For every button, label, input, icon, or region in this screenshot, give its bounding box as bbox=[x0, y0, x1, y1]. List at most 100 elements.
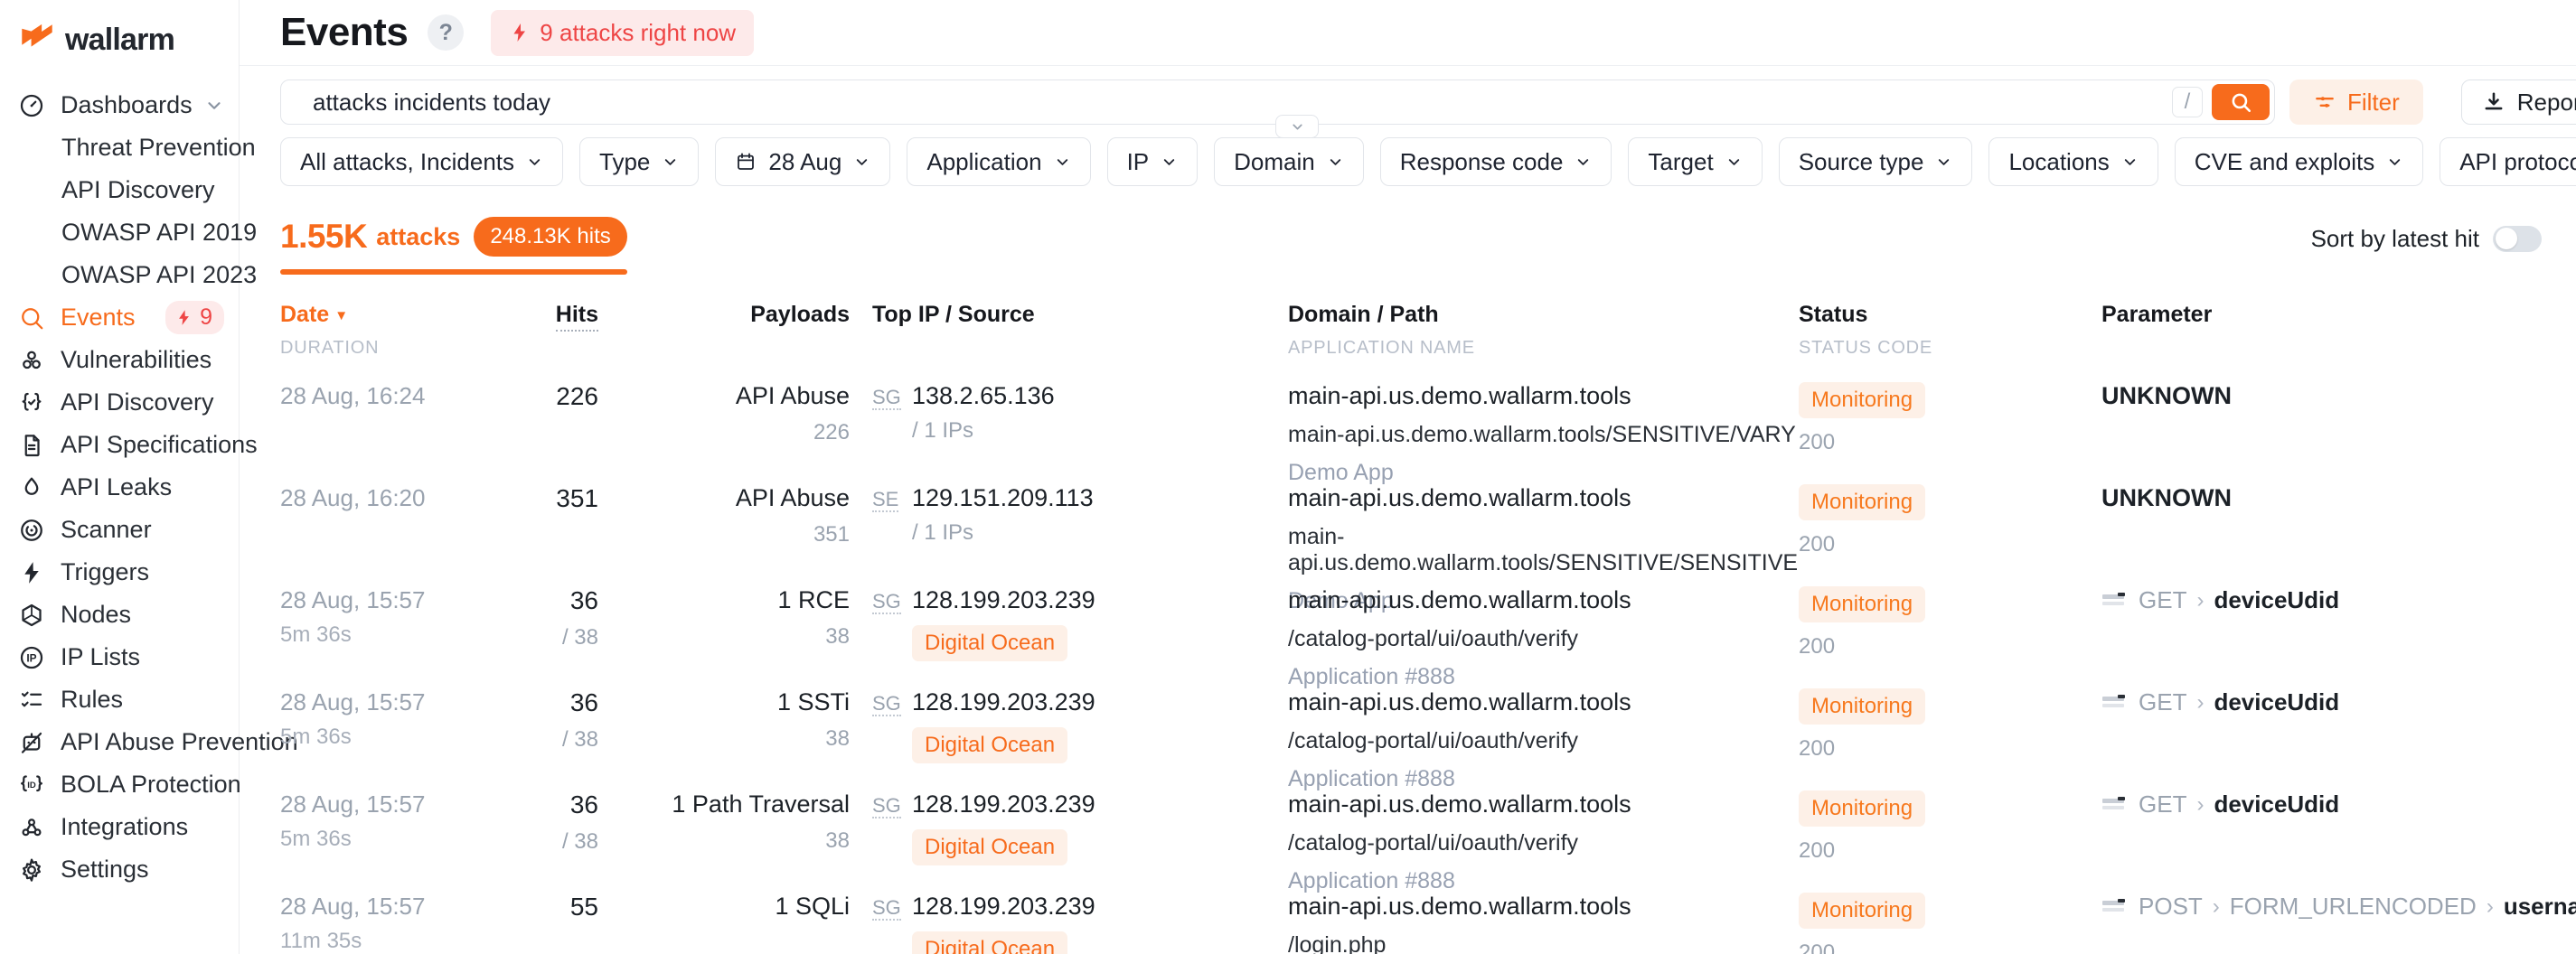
column-header-top-ip-source[interactable]: Top IP / Source bbox=[850, 302, 1288, 359]
cell-source[interactable]: SG 128.199.203.239 Digital Ocean bbox=[850, 790, 1288, 865]
sidebar-item-api-specifications[interactable]: API Specifications bbox=[0, 424, 239, 466]
ip-address[interactable]: 128.199.203.239 bbox=[912, 893, 1288, 921]
cell-source[interactable]: SG 128.199.203.239 Digital Ocean bbox=[850, 893, 1288, 954]
cell-domain-path[interactable]: main-api.us.demo.wallarm.tools /catalog-… bbox=[1288, 688, 1799, 792]
sidebar-item-api-discovery[interactable]: API Discovery bbox=[0, 381, 239, 424]
filter-chip-cve-and-exploits[interactable]: CVE and exploits bbox=[2175, 137, 2423, 186]
status-badge[interactable]: Monitoring bbox=[1799, 688, 1925, 725]
wallarm-logo[interactable]: wallarm bbox=[0, 0, 239, 59]
cell-source[interactable]: SE 129.151.209.113 / 1 IPs bbox=[850, 484, 1288, 546]
filter-chip-response-code[interactable]: Response code bbox=[1380, 137, 1612, 186]
filter-chip-application[interactable]: Application bbox=[907, 137, 1090, 186]
filter-chip-domain[interactable]: Domain bbox=[1214, 137, 1364, 186]
filter-chip-api-protocols[interactable]: API protocols bbox=[2440, 137, 2576, 186]
cell-parameter: POST›FORM_URLENCODED›username bbox=[2101, 893, 2576, 921]
sidebar-item-nodes[interactable]: Nodes bbox=[0, 594, 239, 636]
status-badge[interactable]: Monitoring bbox=[1799, 586, 1925, 622]
table-row[interactable]: 28 Aug, 15:57 5m 36s 36 / 38 1 Path Trav… bbox=[280, 785, 2542, 887]
cell-payloads[interactable]: 1 Path Traversal 38 bbox=[598, 790, 850, 854]
cell-domain-path[interactable]: main-api.us.demo.wallarm.tools main-api.… bbox=[1288, 382, 1799, 486]
cell-source[interactable]: SG 128.199.203.239 Digital Ocean bbox=[850, 688, 1288, 763]
cell-payloads[interactable]: 1 RCE 38 bbox=[598, 586, 850, 650]
column-header-parameter[interactable]: Parameter bbox=[2101, 302, 2542, 359]
sidebar-item-vulnerabilities[interactable]: Vulnerabilities bbox=[0, 339, 239, 381]
filter-button[interactable]: Filter bbox=[2289, 80, 2423, 125]
parameter-part: deviceUdid bbox=[2214, 688, 2339, 716]
sidebar-item-rules[interactable]: Rules bbox=[0, 678, 239, 721]
sidebar-item-label: Triggers bbox=[61, 558, 149, 586]
cell-date: 28 Aug, 16:24 bbox=[280, 382, 533, 410]
filter-chip-ip[interactable]: IP bbox=[1107, 137, 1199, 186]
table-row[interactable]: 28 Aug, 16:24 226 API Abuse 226 SG 138.2… bbox=[280, 377, 2542, 479]
cell-domain-path[interactable]: main-api.us.demo.wallarm.tools /catalog-… bbox=[1288, 790, 1799, 894]
source-provider-tag[interactable]: Digital Ocean bbox=[912, 727, 1067, 763]
page-title: Events bbox=[280, 10, 408, 55]
filter-icon bbox=[2313, 90, 2336, 114]
sidebar-item-events[interactable]: Events9 bbox=[0, 296, 239, 339]
sidebar-item-ip-lists[interactable]: IPIP Lists bbox=[0, 636, 239, 678]
source-provider-tag[interactable]: Digital Ocean bbox=[912, 931, 1067, 954]
column-header-hits[interactable]: Hits bbox=[533, 302, 598, 359]
filter-chip-label: API protocols bbox=[2459, 148, 2576, 176]
column-header-domain-path[interactable]: Domain / PathAPPLICATION NAME bbox=[1288, 302, 1799, 359]
attacks-now-badge[interactable]: 9 attacks right now bbox=[491, 10, 754, 56]
sidebar-item-api-abuse-prevention[interactable]: API Abuse Prevention bbox=[0, 721, 239, 763]
sidebar-item-bola-protection[interactable]: IDBOLA Protection bbox=[0, 763, 239, 806]
table-row[interactable]: 28 Aug, 16:20 351 API Abuse 351 SE 129.1… bbox=[280, 479, 2542, 581]
sidebar-item-integrations[interactable]: Integrations bbox=[0, 806, 239, 848]
source-provider-tag[interactable]: Digital Ocean bbox=[912, 625, 1067, 661]
chevron-down-icon bbox=[2386, 154, 2403, 171]
duration: 5m 36s bbox=[280, 622, 533, 648]
ip-address[interactable]: 129.151.209.113 bbox=[912, 484, 1288, 512]
status-badge[interactable]: Monitoring bbox=[1799, 893, 1925, 929]
filter-chip-target[interactable]: Target bbox=[1628, 137, 1762, 186]
help-icon[interactable]: ? bbox=[428, 14, 464, 51]
search-button[interactable] bbox=[2212, 84, 2270, 120]
status-badge[interactable]: Monitoring bbox=[1799, 382, 1925, 418]
ip-address[interactable]: 128.199.203.239 bbox=[912, 790, 1288, 818]
ip-address[interactable]: 128.199.203.239 bbox=[912, 586, 1288, 614]
sort-toggle[interactable] bbox=[2493, 226, 2542, 252]
search-input[interactable] bbox=[311, 88, 2172, 117]
filter-chip-type[interactable]: Type bbox=[579, 137, 699, 186]
ip-address[interactable]: 128.199.203.239 bbox=[912, 688, 1288, 716]
column-header-payloads[interactable]: Payloads bbox=[598, 302, 850, 359]
cell-payloads[interactable]: 1 SQLi bbox=[598, 893, 850, 921]
column-header-status[interactable]: StatusSTATUS CODE bbox=[1799, 302, 2101, 359]
rules-icon bbox=[18, 687, 45, 714]
table-row[interactable]: 28 Aug, 15:57 11m 35s 55 1 SQLi SG 128.1… bbox=[280, 887, 2542, 954]
filter-chip-all-attacks-incidents[interactable]: All attacks, Incidents bbox=[280, 137, 563, 186]
sidebar-item-api-leaks[interactable]: API Leaks bbox=[0, 466, 239, 509]
sidebar-item-dashboards[interactable]: Dashboards bbox=[0, 84, 239, 126]
cell-domain-path[interactable]: main-api.us.demo.wallarm.tools /login.ph… bbox=[1288, 893, 1799, 954]
status-badge[interactable]: Monitoring bbox=[1799, 790, 1925, 827]
filter-chip-28-aug[interactable]: 28 Aug bbox=[715, 137, 890, 186]
filters-collapse-toggle[interactable] bbox=[1275, 115, 1319, 138]
report-button[interactable]: Report bbox=[2461, 80, 2576, 125]
sidebar-item-owasp-api-2023[interactable]: OWASP API 2023 bbox=[0, 254, 239, 296]
table-row[interactable]: 28 Aug, 15:57 5m 36s 36 / 38 1 RCE 38 SG… bbox=[280, 581, 2542, 683]
cell-payloads[interactable]: API Abuse 226 bbox=[598, 382, 850, 445]
table-body: 28 Aug, 16:24 226 API Abuse 226 SG 138.2… bbox=[280, 377, 2542, 954]
sidebar-item-scanner[interactable]: Scanner bbox=[0, 509, 239, 551]
cell-payloads[interactable]: 1 SSTi 38 bbox=[598, 688, 850, 752]
source-provider-tag[interactable]: Digital Ocean bbox=[912, 829, 1067, 865]
chevron-right-separator: › bbox=[2196, 792, 2204, 818]
sidebar-item-owasp-api-2019[interactable]: OWASP API 2019 bbox=[0, 211, 239, 254]
cell-payloads[interactable]: API Abuse 351 bbox=[598, 484, 850, 547]
ip-address[interactable]: 138.2.65.136 bbox=[912, 382, 1288, 410]
attacks-tab[interactable]: 1.55K attacks 248.13K hits bbox=[280, 217, 627, 260]
cell-source[interactable]: SG 128.199.203.239 Digital Ocean bbox=[850, 586, 1288, 661]
table-row[interactable]: 28 Aug, 15:57 5m 36s 36 / 38 1 SSTi 38 S… bbox=[280, 683, 2542, 785]
column-header-date[interactable]: Date▼DURATION bbox=[280, 302, 533, 359]
cell-source[interactable]: SG 138.2.65.136 / 1 IPs bbox=[850, 382, 1288, 444]
status-badge[interactable]: Monitoring bbox=[1799, 484, 1925, 520]
sidebar-item-triggers[interactable]: Triggers bbox=[0, 551, 239, 594]
chevron-down-icon bbox=[662, 154, 679, 171]
sidebar-item-threat-prevention[interactable]: Threat Prevention bbox=[0, 126, 239, 169]
filter-chip-source-type[interactable]: Source type bbox=[1779, 137, 1973, 186]
cell-domain-path[interactable]: main-api.us.demo.wallarm.tools /catalog-… bbox=[1288, 586, 1799, 690]
filter-chip-locations[interactable]: Locations bbox=[1988, 137, 2158, 186]
sidebar-item-settings[interactable]: Settings bbox=[0, 848, 239, 891]
sidebar-item-api-discovery[interactable]: API Discovery bbox=[0, 169, 239, 211]
